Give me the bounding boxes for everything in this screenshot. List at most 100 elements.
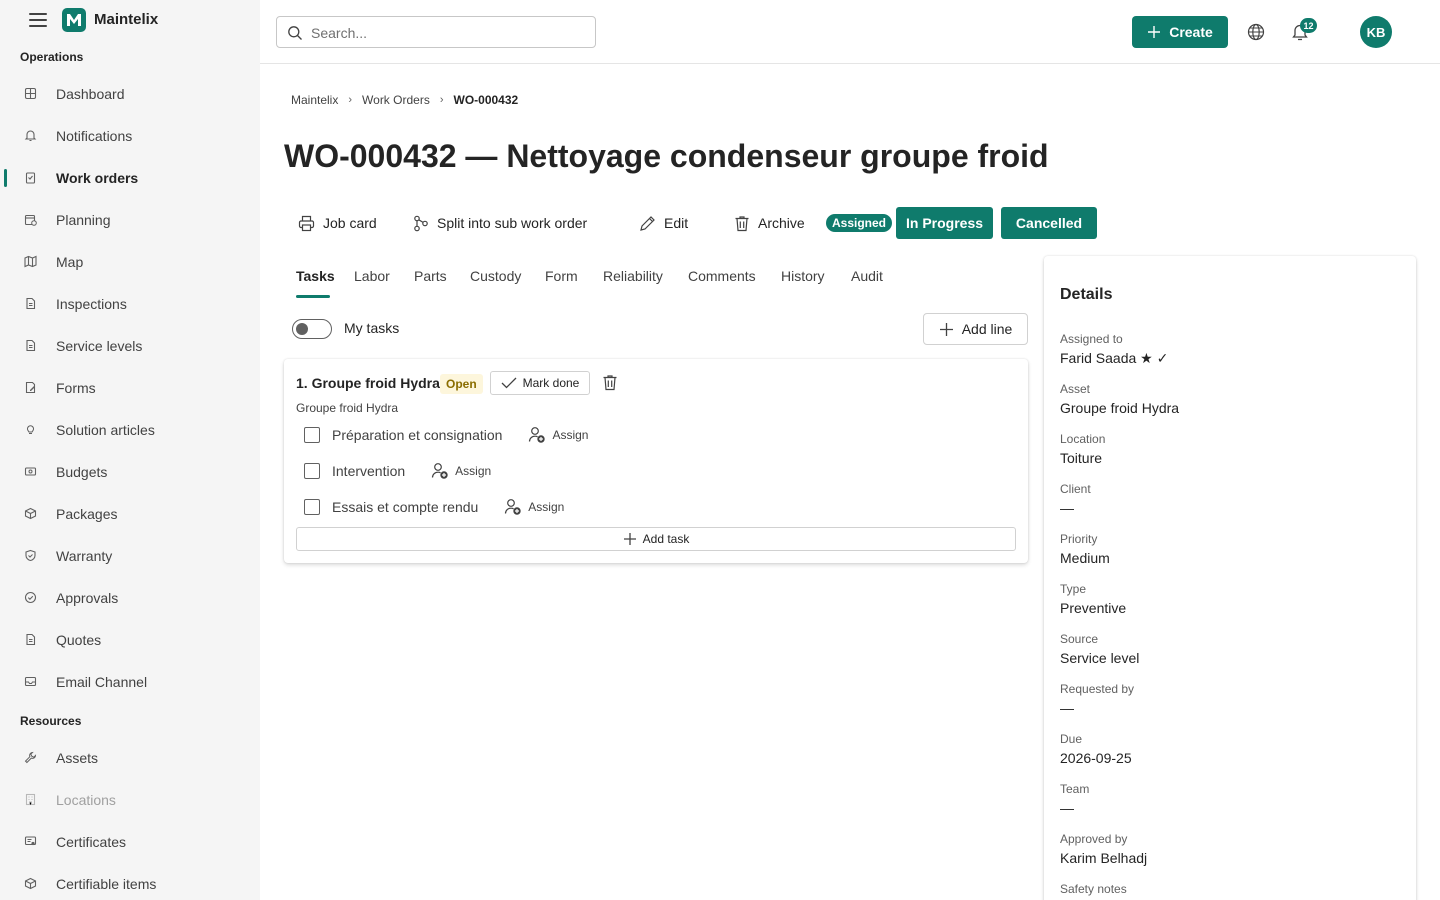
sidebar-item-label: Quotes <box>56 632 102 648</box>
tab-custody[interactable]: Custody <box>470 268 521 284</box>
sidebar-item-inspections[interactable]: Inspections <box>0 286 260 322</box>
mark-done-label: Mark done <box>522 376 580 390</box>
plus-icon <box>1148 26 1161 38</box>
sidebar-item-service-levels[interactable]: Service levels <box>0 328 260 364</box>
my-tasks-toggle[interactable] <box>292 319 332 339</box>
sidebar-item-approvals[interactable]: Approvals <box>0 580 260 616</box>
sidebar-item-notifications[interactable]: Notifications <box>0 118 260 154</box>
tab-reliability[interactable]: Reliability <box>603 268 663 284</box>
sidebar-item-planning[interactable]: Planning <box>0 202 260 238</box>
status-in-progress-button[interactable]: In Progress <box>896 207 993 239</box>
sidebar-item-budgets[interactable]: Budgets <box>0 454 260 490</box>
sidebar-item-map[interactable]: Map <box>0 244 260 280</box>
form-icon <box>25 381 36 394</box>
subtask-row: Préparation et consignation Assign <box>304 423 588 447</box>
branch-icon <box>414 215 428 231</box>
sidebar-item-dashboard[interactable]: Dashboard <box>0 76 260 112</box>
subtask-checkbox[interactable] <box>304 427 320 443</box>
assign-button[interactable]: Assign <box>528 426 588 444</box>
sidebar-item-email-channel[interactable]: Email Channel <box>0 664 260 700</box>
archive-label: Archive <box>758 215 805 231</box>
add-line-label: Add line <box>961 321 1013 337</box>
plus-icon <box>939 322 953 336</box>
split-sub-work-order-button[interactable]: Split into sub work order <box>413 208 587 238</box>
subtask-checkbox[interactable] <box>304 499 320 515</box>
sidebar-item-certificates[interactable]: Certificates <box>0 824 260 860</box>
document-icon <box>26 297 36 310</box>
money-icon <box>24 467 37 476</box>
user-avatar[interactable]: KB <box>1360 16 1392 48</box>
sidebar-item-certifiable-items[interactable]: Certifiable items <box>0 866 260 900</box>
delete-task-trash-icon[interactable] <box>602 374 618 391</box>
section-label-operations: Operations <box>20 50 84 64</box>
assign-label: Assign <box>455 464 492 478</box>
breadcrumb-item-work-orders[interactable]: Work Orders <box>362 93 430 107</box>
sidebar-item-warranty[interactable]: Warranty <box>0 538 260 574</box>
certificate-icon <box>24 836 37 846</box>
field-approved-by: Approved by Karim Belhadj <box>1060 832 1147 866</box>
sidebar-item-label: Certificates <box>56 834 127 850</box>
sidebar-item-label: Planning <box>56 212 111 228</box>
breadcrumb-item-home[interactable]: Maintelix <box>291 93 338 107</box>
globe-icon[interactable] <box>1247 23 1265 41</box>
clipboard-icon <box>25 172 36 184</box>
plus-icon <box>623 533 636 545</box>
tab-parts[interactable]: Parts <box>414 268 447 284</box>
sidebar-item-label: Budgets <box>56 464 108 480</box>
assign-button[interactable]: Assign <box>431 462 491 480</box>
field-location: Location Toiture <box>1060 432 1105 466</box>
chevron-right-icon: › <box>348 94 353 106</box>
tab-tasks[interactable]: Tasks <box>296 268 335 284</box>
field-label: Requested by <box>1060 682 1135 696</box>
person-add-icon <box>505 499 521 515</box>
sidebar-item-packages[interactable]: Packages <box>0 496 260 532</box>
status-cancelled-button[interactable]: Cancelled <box>1001 207 1097 239</box>
subtask-label: Préparation et consignation <box>332 427 503 443</box>
task-status-badge: Open <box>440 374 483 394</box>
search-input[interactable] <box>311 23 581 43</box>
field-requested-by: Requested by — <box>1060 682 1134 716</box>
field-value: Toiture <box>1060 450 1103 466</box>
hamburger-menu-icon[interactable] <box>29 13 47 27</box>
subtask-checkbox[interactable] <box>304 463 320 479</box>
tab-history[interactable]: History <box>781 268 825 284</box>
job-card-button[interactable]: Job card <box>298 208 377 238</box>
topbar: Create 12 KB <box>260 0 1440 64</box>
package-icon <box>24 507 37 520</box>
field-label: Location <box>1060 432 1106 446</box>
field-label: Priority <box>1060 532 1098 546</box>
edit-button[interactable]: Edit <box>639 208 688 238</box>
tab-form[interactable]: Form <box>545 268 578 284</box>
job-card-label: Job card <box>323 215 377 231</box>
field-label: Due <box>1060 732 1083 746</box>
tab-comments[interactable]: Comments <box>688 268 756 284</box>
archive-button[interactable]: Archive <box>734 208 805 238</box>
add-line-button[interactable]: Add line <box>923 313 1028 345</box>
mail-icon <box>24 676 37 687</box>
sidebar-item-work-orders[interactable]: Work orders <box>0 160 260 196</box>
search-icon <box>288 26 302 40</box>
dashboard-icon <box>24 87 37 100</box>
tab-labor[interactable]: Labor <box>354 268 390 284</box>
sidebar-item-quotes[interactable]: Quotes <box>0 622 260 658</box>
sidebar-item-locations[interactable]: Locations <box>0 782 260 818</box>
sidebar-item-label: Solution articles <box>56 422 155 438</box>
create-button[interactable]: Create <box>1132 16 1228 48</box>
subtask-label: Essais et compte rendu <box>332 499 479 515</box>
field-value: Preventive <box>1060 600 1127 616</box>
status-badge-assigned[interactable]: Assigned <box>826 214 893 232</box>
app-name: Maintelix <box>94 11 159 28</box>
assign-button[interactable]: Assign <box>504 498 564 516</box>
field-value: Medium <box>1060 550 1110 566</box>
search-box[interactable] <box>276 16 596 48</box>
field-priority: Priority Medium <box>1060 532 1110 566</box>
sidebar-item-label: Forms <box>56 380 96 396</box>
sidebar-item-assets[interactable]: Assets <box>0 740 260 776</box>
sidebar-item-solution-articles[interactable]: Solution articles <box>0 412 260 448</box>
mark-done-button[interactable]: Mark done <box>490 371 590 395</box>
field-team: Team — <box>1060 782 1089 816</box>
tab-audit[interactable]: Audit <box>851 268 883 284</box>
sidebar-item-forms[interactable]: Forms <box>0 370 260 406</box>
field-label: Team <box>1060 782 1090 796</box>
add-task-button[interactable]: Add task <box>296 527 1016 551</box>
